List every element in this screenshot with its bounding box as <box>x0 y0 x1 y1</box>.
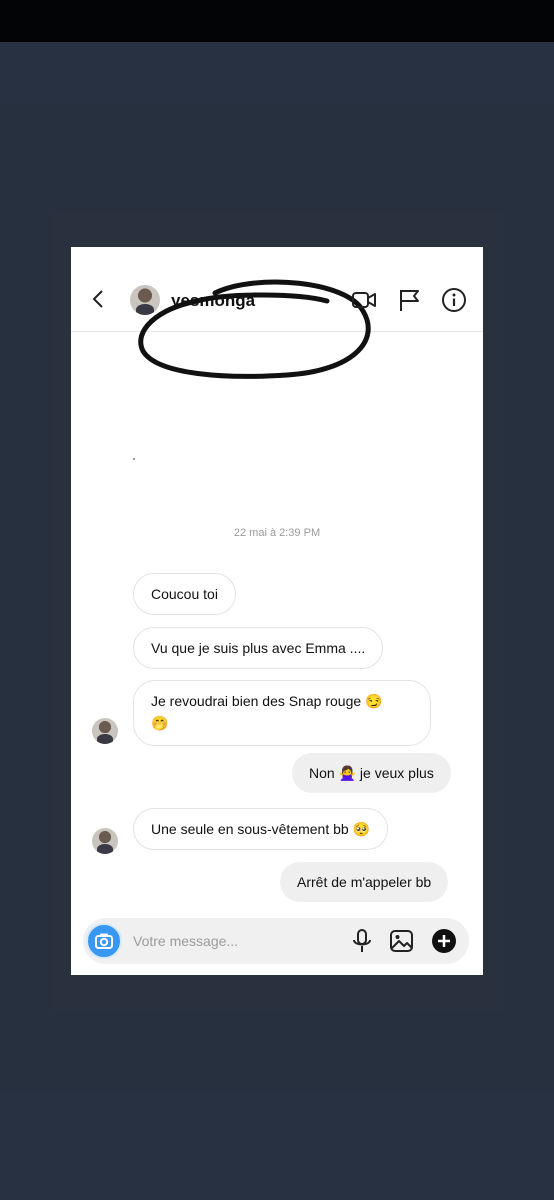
flag-icon[interactable] <box>397 287 423 313</box>
chat-header: yesmonga <box>71 247 483 379</box>
sender-avatar[interactable] <box>92 718 118 744</box>
message-input[interactable]: Votre message... <box>133 933 238 949</box>
plus-icon[interactable] <box>431 928 457 954</box>
info-icon[interactable] <box>441 287 467 313</box>
smirk-emoji: 😏 <box>365 693 383 709</box>
message-text: Une seule en sous-vêtement bb <box>151 821 349 837</box>
message-text: Coucou toi <box>151 586 218 602</box>
message-bubble-incoming[interactable]: Une seule en sous-vêtement bb 🥺 <box>133 808 389 850</box>
back-arrow-icon[interactable] <box>89 289 109 309</box>
stray-dot <box>133 458 135 460</box>
microphone-icon[interactable] <box>349 928 375 954</box>
message-timestamp: 22 mai à 2:39 PM <box>233 527 321 539</box>
message-text: je veux plus <box>359 765 434 781</box>
message-composer: Votre message... <box>83 918 469 964</box>
scribble-annotation <box>138 279 371 379</box>
message-bubble-incoming[interactable]: Je revoudrai bien des Snap rouge 😏 🤭 <box>133 680 431 746</box>
camera-button[interactable] <box>86 923 122 959</box>
hand-over-mouth-emoji: 🤭 <box>151 715 169 731</box>
sender-avatar[interactable] <box>92 828 118 854</box>
camera-icon <box>95 933 113 949</box>
video-call-icon[interactable] <box>351 287 377 313</box>
message-text: Non <box>309 765 335 781</box>
message-text: Je revoudrai bien des Snap rouge <box>151 693 362 709</box>
message-bubble-incoming[interactable]: Vu que je suis plus avec Emma .... <box>133 627 384 669</box>
gallery-icon[interactable] <box>389 928 415 954</box>
message-text: Arrêt de m'appeler bb <box>297 874 432 890</box>
pleading-face-emoji: 🥺 <box>352 821 371 837</box>
message-bubble-incoming[interactable]: Coucou toi <box>133 573 236 615</box>
chat-screenshot: yesmonga 22 mai à 2:39 PM Coucou toi Vu … <box>71 247 483 975</box>
status-bar <box>0 0 554 42</box>
message-text: Vu que je suis plus avec Emma .... <box>151 640 366 656</box>
message-bubble-outgoing[interactable]: Arrêt de m'appeler bb <box>280 862 449 902</box>
no-gesture-emoji: 🙅‍♀️ <box>338 765 357 781</box>
message-bubble-outgoing[interactable]: Non 🙅‍♀️ je veux plus <box>292 753 451 793</box>
